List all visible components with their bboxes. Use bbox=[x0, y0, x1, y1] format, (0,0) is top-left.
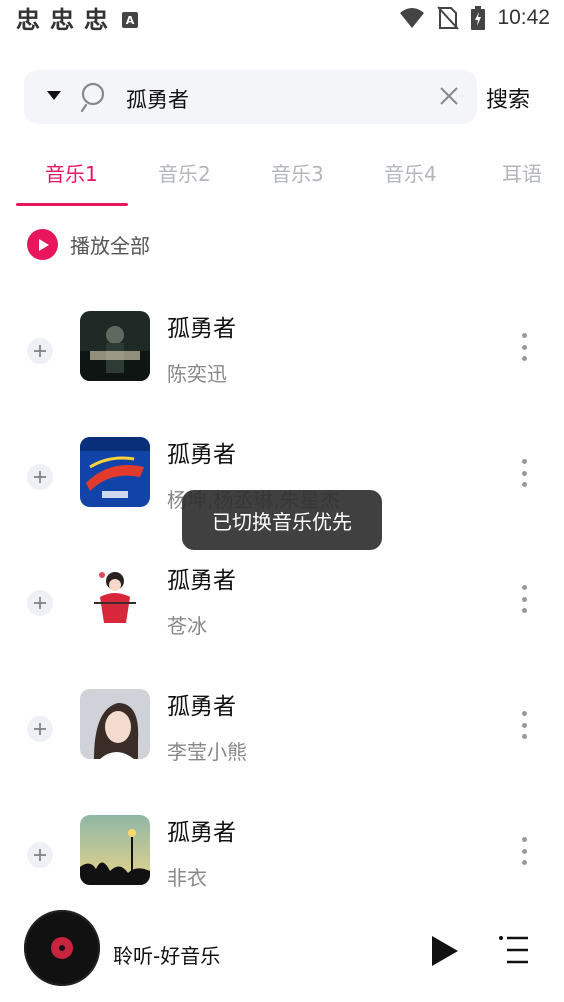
tab-music-1[interactable]: 音乐1 bbox=[45, 158, 98, 187]
plus-icon bbox=[34, 723, 46, 735]
song-row[interactable]: 孤勇者 陈奕迅 bbox=[0, 311, 564, 437]
add-song-button[interactable] bbox=[27, 338, 53, 364]
player-title: 聆听-好音乐 bbox=[113, 944, 221, 968]
add-song-button[interactable] bbox=[27, 842, 53, 868]
clear-icon[interactable] bbox=[438, 85, 460, 107]
album-cover bbox=[80, 815, 150, 885]
battery-charging-icon bbox=[471, 6, 486, 30]
song-title: 孤勇者 bbox=[167, 442, 236, 468]
add-song-button[interactable] bbox=[27, 716, 53, 742]
more-options-icon[interactable] bbox=[514, 459, 534, 487]
play-icon[interactable] bbox=[432, 936, 458, 966]
app-notification-icon: 忠 bbox=[16, 6, 40, 34]
app-notification-icon: 忠 bbox=[84, 6, 108, 34]
tab-music-3[interactable]: 音乐3 bbox=[271, 158, 324, 187]
song-title: 孤勇者 bbox=[167, 568, 236, 594]
more-options-icon[interactable] bbox=[514, 333, 534, 361]
play-all-button[interactable]: 播放全部 bbox=[27, 229, 150, 260]
song-title: 孤勇者 bbox=[167, 820, 236, 846]
status-right: 10:42 bbox=[399, 6, 550, 30]
mini-player[interactable]: 聆听-好音乐 bbox=[0, 910, 564, 1002]
album-cover bbox=[80, 437, 150, 507]
play-circle-icon bbox=[27, 229, 58, 260]
dropdown-caret-icon[interactable] bbox=[47, 91, 61, 100]
search-input[interactable]: 孤勇者 bbox=[126, 84, 189, 114]
tab-bar: 音乐1 音乐2 音乐3 音乐4 耳语 bbox=[0, 150, 564, 206]
song-row[interactable]: 孤勇者 李莹小熊 bbox=[0, 689, 564, 815]
add-song-button[interactable] bbox=[27, 464, 53, 490]
toast-message: 已切换音乐优先 bbox=[182, 490, 382, 550]
more-options-icon[interactable] bbox=[514, 711, 534, 739]
search-icon bbox=[80, 82, 105, 113]
song-title: 孤勇者 bbox=[167, 316, 236, 342]
search-box[interactable]: 孤勇者 bbox=[24, 70, 477, 124]
playlist-icon[interactable] bbox=[498, 934, 530, 966]
tab-music-2[interactable]: 音乐2 bbox=[158, 158, 211, 187]
app-notification-icon: 忠 bbox=[50, 6, 74, 34]
plus-icon bbox=[34, 345, 46, 357]
status-left: 忠 忠 忠 A bbox=[16, 6, 138, 34]
disc-label bbox=[51, 937, 73, 959]
plus-icon bbox=[34, 597, 46, 609]
active-tab-indicator bbox=[16, 203, 128, 206]
tab-whisper[interactable]: 耳语 bbox=[502, 158, 542, 187]
tab-music-4[interactable]: 音乐4 bbox=[384, 158, 437, 187]
song-artist: 非衣 bbox=[167, 866, 207, 890]
song-row[interactable]: 孤勇者 苍冰 bbox=[0, 563, 564, 689]
add-song-button[interactable] bbox=[27, 590, 53, 616]
song-artist: 李莹小熊 bbox=[167, 740, 247, 764]
album-cover bbox=[80, 563, 150, 633]
album-cover bbox=[80, 311, 150, 381]
play-all-label: 播放全部 bbox=[70, 234, 150, 258]
plus-icon bbox=[34, 471, 46, 483]
wifi-icon bbox=[400, 8, 425, 28]
notification-a-icon: A bbox=[122, 12, 138, 28]
status-time: 10:42 bbox=[497, 6, 550, 29]
more-options-icon[interactable] bbox=[514, 585, 534, 613]
plus-icon bbox=[34, 849, 46, 861]
song-title: 孤勇者 bbox=[167, 694, 236, 720]
status-bar: 忠 忠 忠 A 10:42 bbox=[0, 0, 564, 40]
search-button[interactable]: 搜索 bbox=[486, 82, 530, 114]
song-artist: 苍冰 bbox=[167, 614, 207, 638]
disc-icon[interactable] bbox=[24, 910, 100, 986]
album-cover bbox=[80, 689, 150, 759]
song-artist: 陈奕迅 bbox=[167, 362, 227, 386]
more-options-icon[interactable] bbox=[514, 837, 534, 865]
no-sim-icon bbox=[437, 6, 460, 30]
